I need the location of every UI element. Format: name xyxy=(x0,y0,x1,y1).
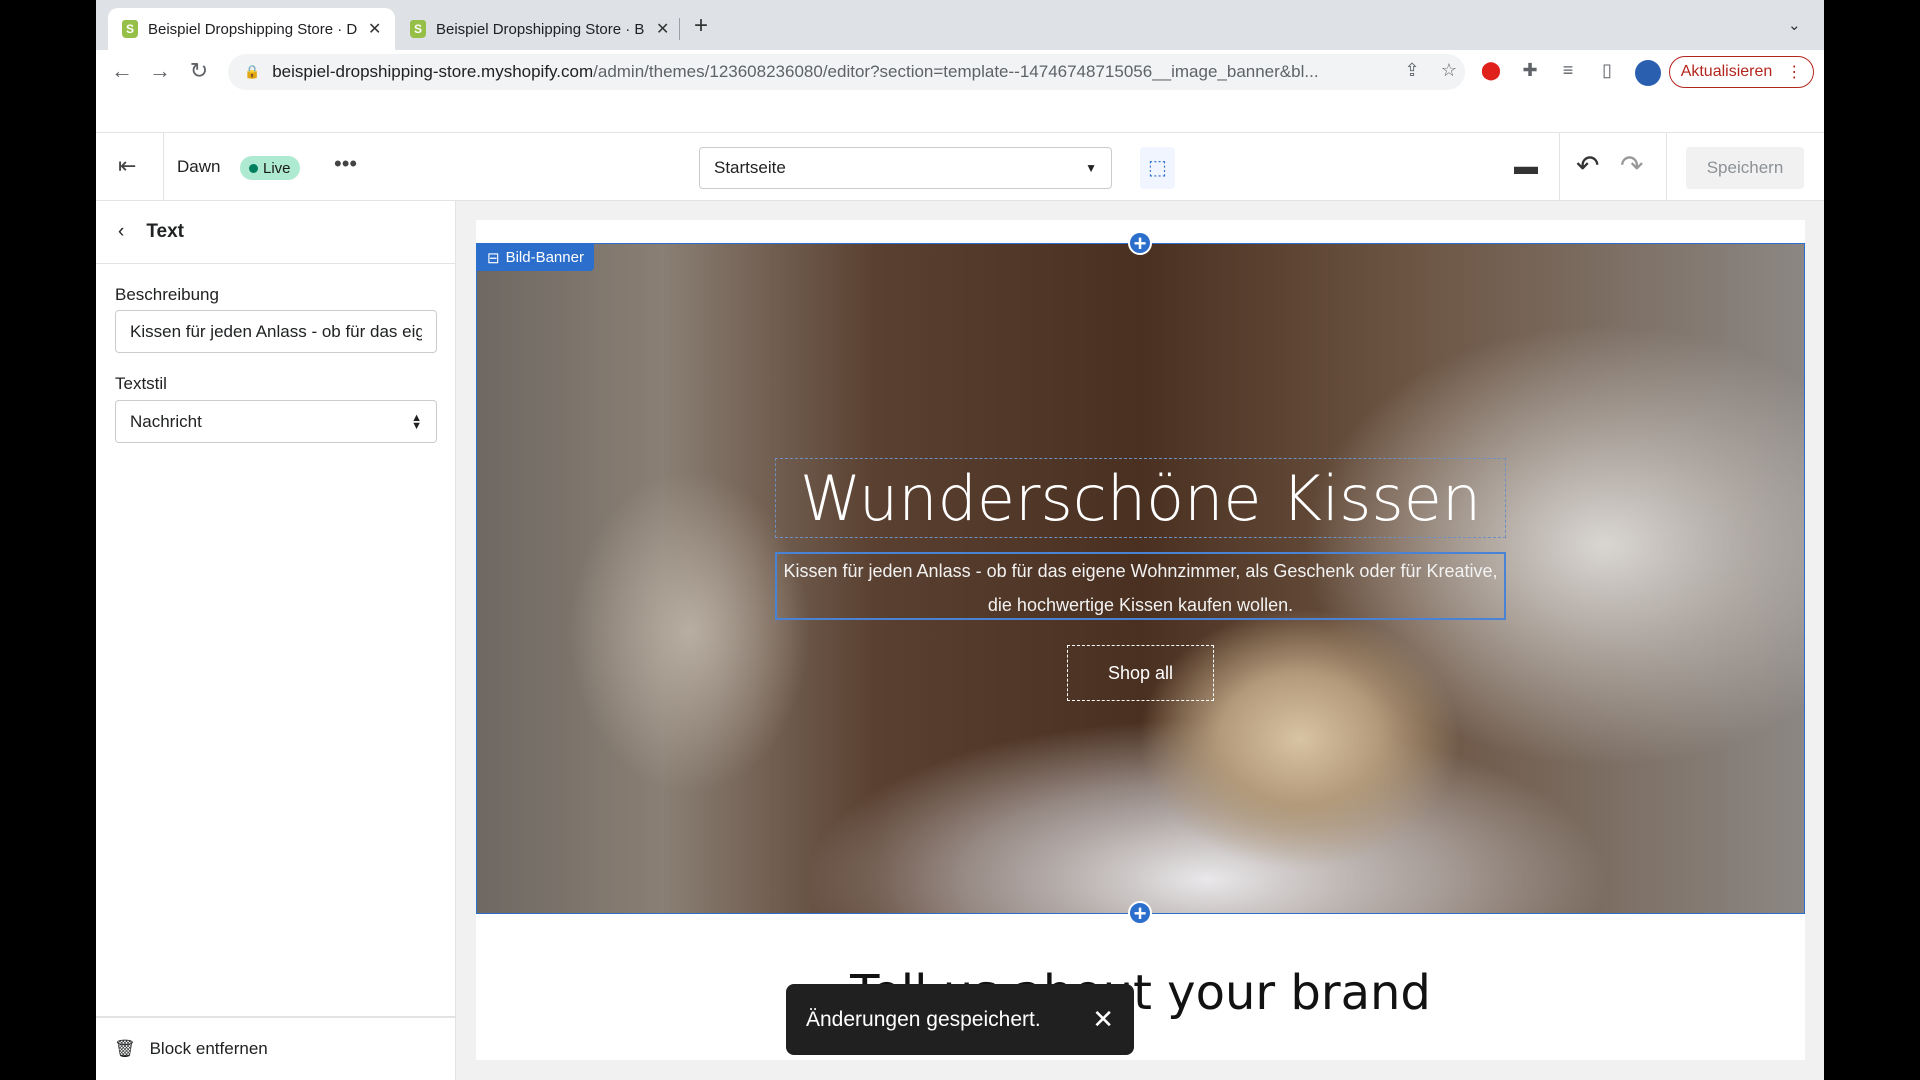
reload-icon[interactable]: ↻ xyxy=(184,58,214,84)
divider xyxy=(1666,133,1667,202)
divider xyxy=(163,133,164,202)
textstyle-value: Nachricht xyxy=(130,411,202,431)
live-badge: Live xyxy=(240,156,300,180)
share-icon[interactable]: ⇪ xyxy=(1399,60,1425,81)
close-tab-icon[interactable]: ✕ xyxy=(368,19,381,39)
update-button[interactable]: Aktualisieren ⋮ xyxy=(1669,56,1814,88)
more-menu-icon: ⋮ xyxy=(1786,64,1803,81)
settings-sidebar: ‹ Text Beschreibung Kissen für jeden Anl… xyxy=(96,201,456,1080)
update-label: Aktualisieren xyxy=(1680,63,1773,80)
shopify-icon: S xyxy=(122,20,138,38)
url-bar[interactable]: 🔒 beispiel-dropshipping-store.myshopify.… xyxy=(228,54,1465,90)
preview-area: ⊟ Bild-Banner Wunderschöne Kissen Kissen … xyxy=(456,201,1824,1080)
section-tag-label: Bild-Banner xyxy=(505,249,584,266)
profile-avatar[interactable] xyxy=(1635,60,1661,86)
tab-title: Beispiel Dropshipping Store · D xyxy=(148,20,358,38)
trash-icon: 🗑 xyxy=(114,1039,136,1058)
sidebar-title: Text xyxy=(146,221,184,242)
image-banner-section[interactable]: ⊟ Bild-Banner Wunderschöne Kissen Kissen … xyxy=(476,243,1805,914)
url-path: /admin/themes/123608236080/editor?sectio… xyxy=(593,62,1319,81)
shop-all-button[interactable]: Shop all xyxy=(1067,645,1214,701)
inspector-select-icon[interactable]: ⬚ xyxy=(1140,147,1175,189)
caret-down-icon: ▼ xyxy=(1085,161,1097,175)
section-tag: ⊟ Bild-Banner xyxy=(477,244,594,271)
side-panel-icon[interactable]: ▯ xyxy=(1594,60,1620,81)
back-chevron-icon[interactable]: ‹ xyxy=(118,221,124,243)
tab-divider xyxy=(679,18,680,40)
page-select-value: Startseite xyxy=(714,158,786,177)
close-toast-icon[interactable]: ✕ xyxy=(1092,1004,1114,1035)
opera-adblock-icon[interactable]: ⬤ xyxy=(1478,60,1504,81)
extensions-puzzle-icon[interactable]: ✚ xyxy=(1517,60,1543,81)
divider xyxy=(1559,133,1560,202)
description-value: Kissen für jeden Anlass - ob für das eig… xyxy=(130,321,422,341)
remove-block-button[interactable]: 🗑 Block entfernen xyxy=(96,1016,456,1080)
tab-title: Beispiel Dropshipping Store · B xyxy=(436,20,645,38)
section-icon: ⊟ xyxy=(487,249,500,267)
media-control-icon[interactable]: ≡ xyxy=(1555,60,1581,81)
forward-icon[interactable]: → xyxy=(145,58,175,84)
select-arrows-icon: ▲ ▼ xyxy=(411,411,422,432)
exit-editor-icon[interactable]: ⇤ xyxy=(118,153,136,179)
more-actions-icon[interactable]: ••• xyxy=(334,151,357,177)
remove-block-label: Block entfernen xyxy=(149,1039,268,1058)
banner-heading[interactable]: Wunderschöne Kissen xyxy=(775,458,1506,538)
browser-tab-1[interactable]: S Beispiel Dropshipping Store · D ✕ xyxy=(108,8,396,50)
textstyle-select[interactable]: Nachricht ▲ ▼ xyxy=(115,400,437,443)
back-icon[interactable]: ← xyxy=(107,58,137,84)
tab-search-chevron-icon[interactable]: ⌄ xyxy=(1788,16,1801,34)
browser-tab-2[interactable]: S Beispiel Dropshipping Store · B ✕ xyxy=(396,8,683,50)
tab-strip: S Beispiel Dropshipping Store · D ✕ S Be… xyxy=(96,0,1824,50)
browser-window: S Beispiel Dropshipping Store · D ✕ S Be… xyxy=(96,0,1824,1080)
address-bar-row: ← → ↻ 🔒 beispiel-dropshipping-store.mysh… xyxy=(96,50,1824,96)
description-input[interactable]: Kissen für jeden Anlass - ob für das eig… xyxy=(115,310,437,353)
add-section-icon[interactable]: + xyxy=(1128,231,1152,255)
redo-icon[interactable]: ↷ xyxy=(1620,149,1643,182)
undo-icon[interactable]: ↶ xyxy=(1576,149,1599,182)
description-label: Beschreibung xyxy=(115,285,219,304)
toast-message: Änderungen gespeichert. xyxy=(806,1007,1041,1031)
banner-description[interactable]: Kissen für jeden Anlass - ob für das eig… xyxy=(775,552,1506,620)
live-dot-icon xyxy=(249,163,258,173)
editor-toolbar: ⇤ Dawn Live ••• Startseite ▼ ⬚ ▬ ↶ ↷ Spei… xyxy=(96,132,1824,202)
close-tab-icon[interactable]: ✕ xyxy=(656,19,669,39)
new-tab-icon[interactable]: + xyxy=(694,12,708,40)
saved-toast: Änderungen gespeichert. ✕ xyxy=(786,984,1134,1055)
live-label: Live xyxy=(263,159,291,177)
theme-name: Dawn xyxy=(177,157,221,176)
shopify-icon: S xyxy=(410,20,426,38)
brand-heading: Tell us about your brand xyxy=(850,965,1431,1021)
sidebar-header: ‹ Text xyxy=(96,201,456,264)
lock-icon: 🔒 xyxy=(244,64,261,79)
save-button[interactable]: Speichern xyxy=(1686,147,1804,189)
add-section-icon[interactable]: + xyxy=(1128,901,1152,925)
url-host: beispiel-dropshipping-store.myshopify.co… xyxy=(272,62,594,81)
page-select[interactable]: Startseite ▼ xyxy=(699,147,1112,189)
desktop-view-icon[interactable]: ▬ xyxy=(1514,153,1538,181)
bookmark-star-icon[interactable]: ☆ xyxy=(1436,60,1462,81)
textstyle-label: Textstil xyxy=(115,374,167,393)
store-preview: ⊟ Bild-Banner Wunderschöne Kissen Kissen … xyxy=(476,220,1805,1060)
